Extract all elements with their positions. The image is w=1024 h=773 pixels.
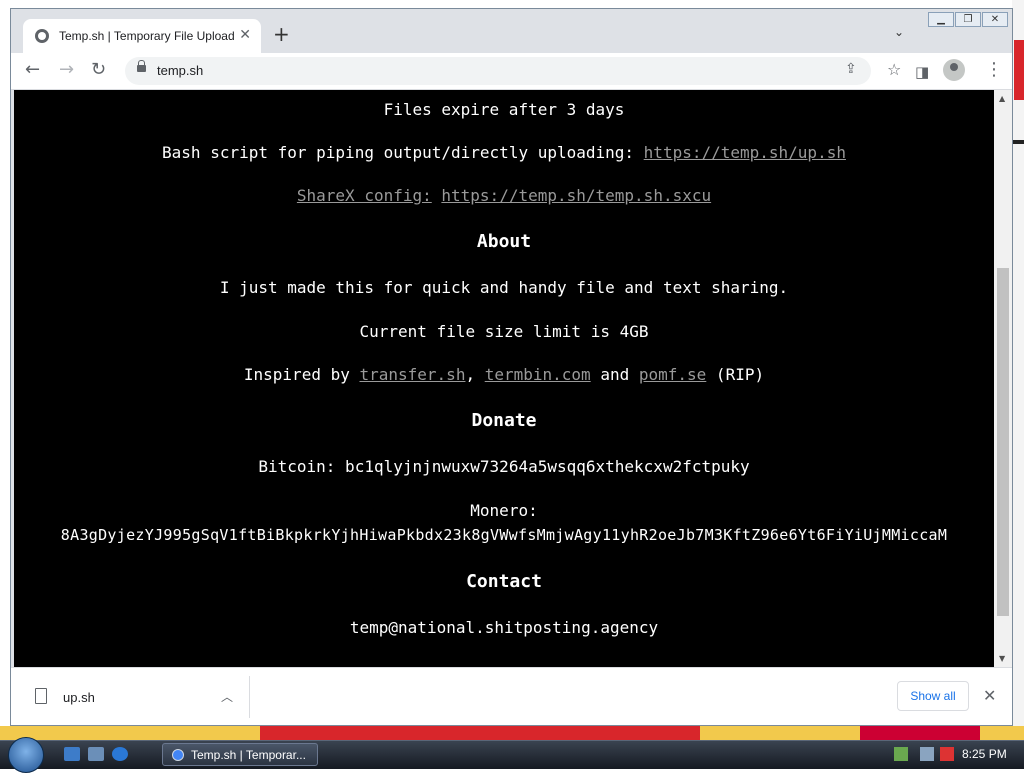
inspired-and: and [590, 365, 639, 384]
chrome-icon [172, 749, 184, 761]
bitcoin-text: Bitcoin: bc1qlyjnjnwuxw73264a5wsqq6xthek… [258, 457, 750, 476]
inspired-line: Inspired by transfer.sh, termbin.com and… [14, 365, 994, 384]
browser-toolbar: ← → ↻ temp.sh ⇪ ☆ ◨ ⋮ [11, 53, 1012, 90]
back-icon[interactable]: ← [25, 60, 40, 80]
desktop-background-bottom [0, 726, 1024, 740]
inspired-sep: , [465, 365, 485, 384]
network-tray-icon[interactable] [894, 747, 908, 761]
file-icon [35, 688, 47, 704]
browser-window: ▁ ❐ ✕ Temp.sh | Temporary File Upload ✕ … [10, 8, 1013, 726]
reload-icon[interactable]: ↻ [91, 60, 106, 80]
downloads-divider [249, 676, 250, 718]
side-panel-icon[interactable]: ◨ [915, 62, 929, 82]
tab-temp-sh[interactable]: Temp.sh | Temporary File Upload ✕ [23, 19, 261, 53]
close-window-button[interactable]: ✕ [982, 12, 1008, 27]
show-desktop-icon[interactable] [64, 747, 80, 761]
maximize-button[interactable]: ❐ [955, 12, 981, 27]
show-all-button[interactable]: Show all [897, 681, 969, 711]
sharex-url-link[interactable]: https://temp.sh/temp.sh.sxcu [441, 186, 711, 205]
chevron-up-icon[interactable]: ︿ [221, 688, 233, 705]
profile-icon[interactable] [943, 59, 965, 81]
scroll-thumb[interactable] [997, 268, 1009, 616]
new-tab-button[interactable]: + [273, 23, 290, 45]
termbin-link[interactable]: termbin.com [485, 365, 591, 384]
window-controls: ▁ ❐ ✕ [927, 12, 1008, 27]
lock-icon[interactable] [137, 60, 146, 72]
expire-text: Files expire after 3 days [383, 100, 625, 119]
size-limit-text: Current file size limit is 4GB [359, 322, 649, 341]
taskbar: Temp.sh | Temporar... 8:25 PM [0, 737, 1024, 773]
page-scrollbar[interactable]: ▲ ▼ [994, 90, 1012, 667]
download-file-name[interactable]: up.sh [63, 690, 95, 705]
menu-icon[interactable]: ⋮ [985, 60, 1003, 80]
address-bar[interactable]: temp.sh ⇪ ☆ [125, 57, 901, 85]
transfer-sh-link[interactable]: transfer.sh [359, 365, 465, 384]
tab-search-chevron-icon[interactable]: ⌄ [894, 25, 904, 39]
contact-email: temp@national.shitposting.agency [349, 618, 659, 637]
downloads-bar: up.sh ︿ Show all ✕ [11, 667, 1012, 725]
contact-heading: Contact [466, 571, 542, 592]
scroll-up-icon[interactable]: ▲ [999, 94, 1005, 103]
scroll-down-icon[interactable]: ▼ [999, 654, 1005, 663]
globe-icon [35, 29, 49, 43]
tab-title: Temp.sh | Temporary File Upload [59, 29, 235, 43]
monero-address: 8A3gDyjezYJ995gSqV1ftBiBkpkrkYjhHiwaPkbd… [60, 526, 948, 544]
about-heading: About [476, 231, 532, 252]
page-viewport: Files expire after 3 days Bash script fo… [14, 90, 994, 667]
internet-explorer-icon[interactable] [112, 747, 128, 761]
about-text: I just made this for quick and handy fil… [219, 278, 789, 297]
star-icon[interactable]: ☆ [887, 60, 901, 79]
volume-muted-icon[interactable] [940, 747, 954, 761]
bash-link[interactable]: https://temp.sh/up.sh [644, 143, 846, 162]
share-icon[interactable]: ⇪ [845, 61, 857, 77]
forward-icon[interactable]: → [59, 60, 74, 80]
inspired-prefix: Inspired by [243, 365, 360, 384]
taskbar-item-browser[interactable]: Temp.sh | Temporar... [162, 743, 318, 766]
bash-text: Bash script for piping output/directly u… [162, 143, 644, 162]
desktop-background-right [1012, 0, 1024, 740]
sharex-link[interactable]: ShareX config: [297, 186, 432, 205]
monero-label: Monero: [470, 501, 538, 520]
monitor-tray-icon[interactable] [920, 747, 934, 761]
inspired-suffix: (RIP) [706, 365, 765, 384]
clock[interactable]: 8:25 PM [962, 747, 1007, 761]
switch-windows-icon[interactable] [88, 747, 104, 761]
close-icon[interactable]: ✕ [983, 686, 996, 705]
minimize-button[interactable]: ▁ [928, 12, 954, 27]
taskbar-item-label: Temp.sh | Temporar... [191, 748, 306, 762]
url-text[interactable]: temp.sh [157, 63, 203, 78]
close-tab-icon[interactable]: ✕ [239, 27, 251, 43]
pomf-link[interactable]: pomf.se [639, 365, 706, 384]
sharex-line: ShareX config: https://temp.sh/temp.sh.s… [14, 186, 994, 205]
donate-heading: Donate [471, 410, 537, 431]
bash-line: Bash script for piping output/directly u… [14, 143, 994, 162]
